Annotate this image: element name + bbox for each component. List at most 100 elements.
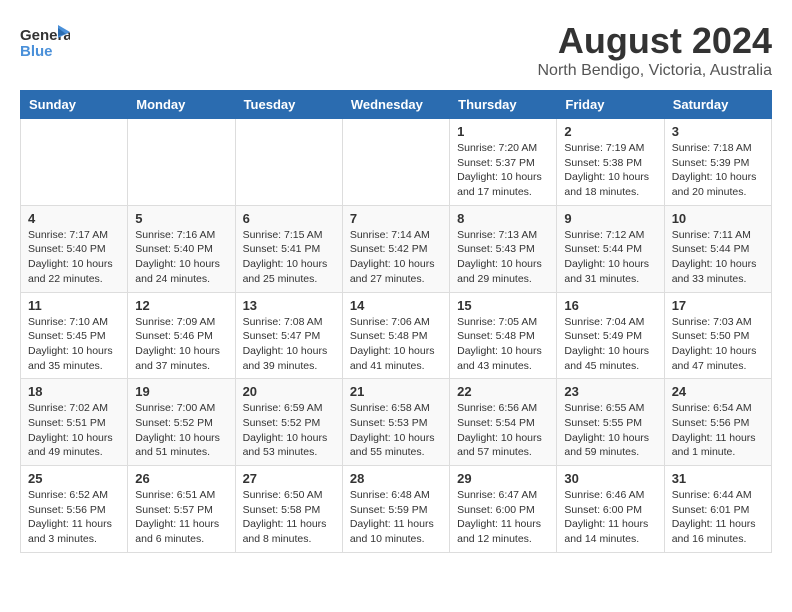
day-info: Sunrise: 6:55 AM Sunset: 5:55 PM Dayligh… (564, 401, 656, 460)
day-number: 14 (350, 298, 442, 313)
day-info: Sunrise: 7:09 AM Sunset: 5:46 PM Dayligh… (135, 315, 227, 374)
day-number: 25 (28, 471, 120, 486)
calendar-day-cell: 5 Sunrise: 7:16 AM Sunset: 5:40 PM Daylig… (128, 205, 235, 292)
day-number: 28 (350, 471, 442, 486)
day-number: 24 (672, 384, 764, 399)
day-info: Sunrise: 6:58 AM Sunset: 5:53 PM Dayligh… (350, 401, 442, 460)
calendar-day-cell: 22 Sunrise: 6:56 AM Sunset: 5:54 PM Dayli… (450, 379, 557, 466)
calendar-day-cell: 18 Sunrise: 7:02 AM Sunset: 5:51 PM Dayli… (21, 379, 128, 466)
day-number: 5 (135, 211, 227, 226)
calendar-day-cell: 12 Sunrise: 7:09 AM Sunset: 5:46 PM Dayli… (128, 292, 235, 379)
day-info: Sunrise: 6:51 AM Sunset: 5:57 PM Dayligh… (135, 488, 227, 547)
page-header: General Blue August 2024 North Bendigo, … (20, 20, 772, 80)
calendar-day-cell (342, 119, 449, 206)
calendar-table: SundayMondayTuesdayWednesdayThursdayFrid… (20, 90, 772, 553)
weekday-header-monday: Monday (128, 91, 235, 119)
day-number: 13 (243, 298, 335, 313)
day-info: Sunrise: 6:56 AM Sunset: 5:54 PM Dayligh… (457, 401, 549, 460)
calendar-day-cell: 7Sunrise: 7:14 AM Sunset: 5:42 PM Daylig… (342, 205, 449, 292)
day-info: Sunrise: 7:12 AM Sunset: 5:44 PM Dayligh… (564, 228, 656, 287)
day-info: Sunrise: 6:46 AM Sunset: 6:00 PM Dayligh… (564, 488, 656, 547)
calendar-day-cell: 4Sunrise: 7:17 AM Sunset: 5:40 PM Daylig… (21, 205, 128, 292)
day-number: 23 (564, 384, 656, 399)
day-number: 29 (457, 471, 549, 486)
month-year-title: August 2024 (538, 20, 773, 62)
day-number: 4 (28, 211, 120, 226)
day-number: 31 (672, 471, 764, 486)
calendar-day-cell: 20 Sunrise: 6:59 AM Sunset: 5:52 PM Dayli… (235, 379, 342, 466)
day-info: Sunrise: 7:02 AM Sunset: 5:51 PM Dayligh… (28, 401, 120, 460)
calendar-day-cell: 31Sunrise: 6:44 AM Sunset: 6:01 PM Dayli… (664, 466, 771, 553)
calendar-day-cell: 3 Sunrise: 7:18 AM Sunset: 5:39 PM Daylig… (664, 119, 771, 206)
day-number: 8 (457, 211, 549, 226)
day-info: Sunrise: 7:05 AM Sunset: 5:48 PM Dayligh… (457, 315, 549, 374)
day-info: Sunrise: 6:52 AM Sunset: 5:56 PM Dayligh… (28, 488, 120, 547)
logo: General Blue (20, 20, 70, 65)
calendar-day-cell: 17Sunrise: 7:03 AM Sunset: 5:50 PM Dayli… (664, 292, 771, 379)
weekday-header-sunday: Sunday (21, 91, 128, 119)
day-info: Sunrise: 6:48 AM Sunset: 5:59 PM Dayligh… (350, 488, 442, 547)
location-subtitle: North Bendigo, Victoria, Australia (538, 62, 773, 80)
day-number: 26 (135, 471, 227, 486)
calendar-day-cell: 24 Sunrise: 6:54 AM Sunset: 5:56 PM Dayli… (664, 379, 771, 466)
title-block: August 2024 North Bendigo, Victoria, Aus… (538, 20, 773, 80)
day-number: 9 (564, 211, 656, 226)
calendar-day-cell: 2 Sunrise: 7:19 AM Sunset: 5:38 PM Daylig… (557, 119, 664, 206)
calendar-day-cell: 19 Sunrise: 7:00 AM Sunset: 5:52 PM Dayli… (128, 379, 235, 466)
day-info: Sunrise: 7:10 AM Sunset: 5:45 PM Dayligh… (28, 315, 120, 374)
day-info: Sunrise: 7:03 AM Sunset: 5:50 PM Dayligh… (672, 315, 764, 374)
calendar-day-cell: 23 Sunrise: 6:55 AM Sunset: 5:55 PM Dayli… (557, 379, 664, 466)
calendar-day-cell (21, 119, 128, 206)
day-number: 12 (135, 298, 227, 313)
day-info: Sunrise: 6:47 AM Sunset: 6:00 PM Dayligh… (457, 488, 549, 547)
day-number: 19 (135, 384, 227, 399)
calendar-day-cell: 15 Sunrise: 7:05 AM Sunset: 5:48 PM Dayli… (450, 292, 557, 379)
day-info: Sunrise: 7:20 AM Sunset: 5:37 PM Dayligh… (457, 141, 549, 200)
calendar-day-cell: 11Sunrise: 7:10 AM Sunset: 5:45 PM Dayli… (21, 292, 128, 379)
day-number: 2 (564, 124, 656, 139)
calendar-week-1: 1 Sunrise: 7:20 AM Sunset: 5:37 PM Daylig… (21, 119, 772, 206)
logo-icon: General Blue (20, 20, 70, 65)
day-info: Sunrise: 7:06 AM Sunset: 5:48 PM Dayligh… (350, 315, 442, 374)
weekday-header-tuesday: Tuesday (235, 91, 342, 119)
day-number: 20 (243, 384, 335, 399)
weekday-header-friday: Friday (557, 91, 664, 119)
day-number: 3 (672, 124, 764, 139)
day-info: Sunrise: 7:16 AM Sunset: 5:40 PM Dayligh… (135, 228, 227, 287)
day-number: 18 (28, 384, 120, 399)
day-info: Sunrise: 6:54 AM Sunset: 5:56 PM Dayligh… (672, 401, 764, 460)
calendar-day-cell: 16 Sunrise: 7:04 AM Sunset: 5:49 PM Dayli… (557, 292, 664, 379)
calendar-day-cell: 13 Sunrise: 7:08 AM Sunset: 5:47 PM Dayli… (235, 292, 342, 379)
calendar-day-cell: 10Sunrise: 7:11 AM Sunset: 5:44 PM Dayli… (664, 205, 771, 292)
calendar-day-cell (128, 119, 235, 206)
day-number: 16 (564, 298, 656, 313)
calendar-day-cell: 9 Sunrise: 7:12 AM Sunset: 5:44 PM Daylig… (557, 205, 664, 292)
day-number: 30 (564, 471, 656, 486)
day-info: Sunrise: 6:59 AM Sunset: 5:52 PM Dayligh… (243, 401, 335, 460)
day-number: 6 (243, 211, 335, 226)
svg-text:Blue: Blue (20, 43, 53, 60)
calendar-day-cell: 6Sunrise: 7:15 AM Sunset: 5:41 PM Daylig… (235, 205, 342, 292)
day-info: Sunrise: 7:08 AM Sunset: 5:47 PM Dayligh… (243, 315, 335, 374)
calendar-day-cell: 14 Sunrise: 7:06 AM Sunset: 5:48 PM Dayli… (342, 292, 449, 379)
day-info: Sunrise: 7:18 AM Sunset: 5:39 PM Dayligh… (672, 141, 764, 200)
calendar-day-cell: 25 Sunrise: 6:52 AM Sunset: 5:56 PM Dayli… (21, 466, 128, 553)
day-number: 1 (457, 124, 549, 139)
calendar-day-cell: 28 Sunrise: 6:48 AM Sunset: 5:59 PM Dayli… (342, 466, 449, 553)
day-info: Sunrise: 7:04 AM Sunset: 5:49 PM Dayligh… (564, 315, 656, 374)
day-info: Sunrise: 6:50 AM Sunset: 5:58 PM Dayligh… (243, 488, 335, 547)
day-number: 10 (672, 211, 764, 226)
calendar-day-cell (235, 119, 342, 206)
day-number: 15 (457, 298, 549, 313)
day-number: 27 (243, 471, 335, 486)
day-info: Sunrise: 7:14 AM Sunset: 5:42 PM Dayligh… (350, 228, 442, 287)
day-number: 21 (350, 384, 442, 399)
calendar-day-cell: 1 Sunrise: 7:20 AM Sunset: 5:37 PM Daylig… (450, 119, 557, 206)
weekday-header-wednesday: Wednesday (342, 91, 449, 119)
day-info: Sunrise: 7:19 AM Sunset: 5:38 PM Dayligh… (564, 141, 656, 200)
calendar-day-cell: 21 Sunrise: 6:58 AM Sunset: 5:53 PM Dayli… (342, 379, 449, 466)
calendar-week-3: 11Sunrise: 7:10 AM Sunset: 5:45 PM Dayli… (21, 292, 772, 379)
day-info: Sunrise: 7:00 AM Sunset: 5:52 PM Dayligh… (135, 401, 227, 460)
weekday-header-saturday: Saturday (664, 91, 771, 119)
day-number: 22 (457, 384, 549, 399)
